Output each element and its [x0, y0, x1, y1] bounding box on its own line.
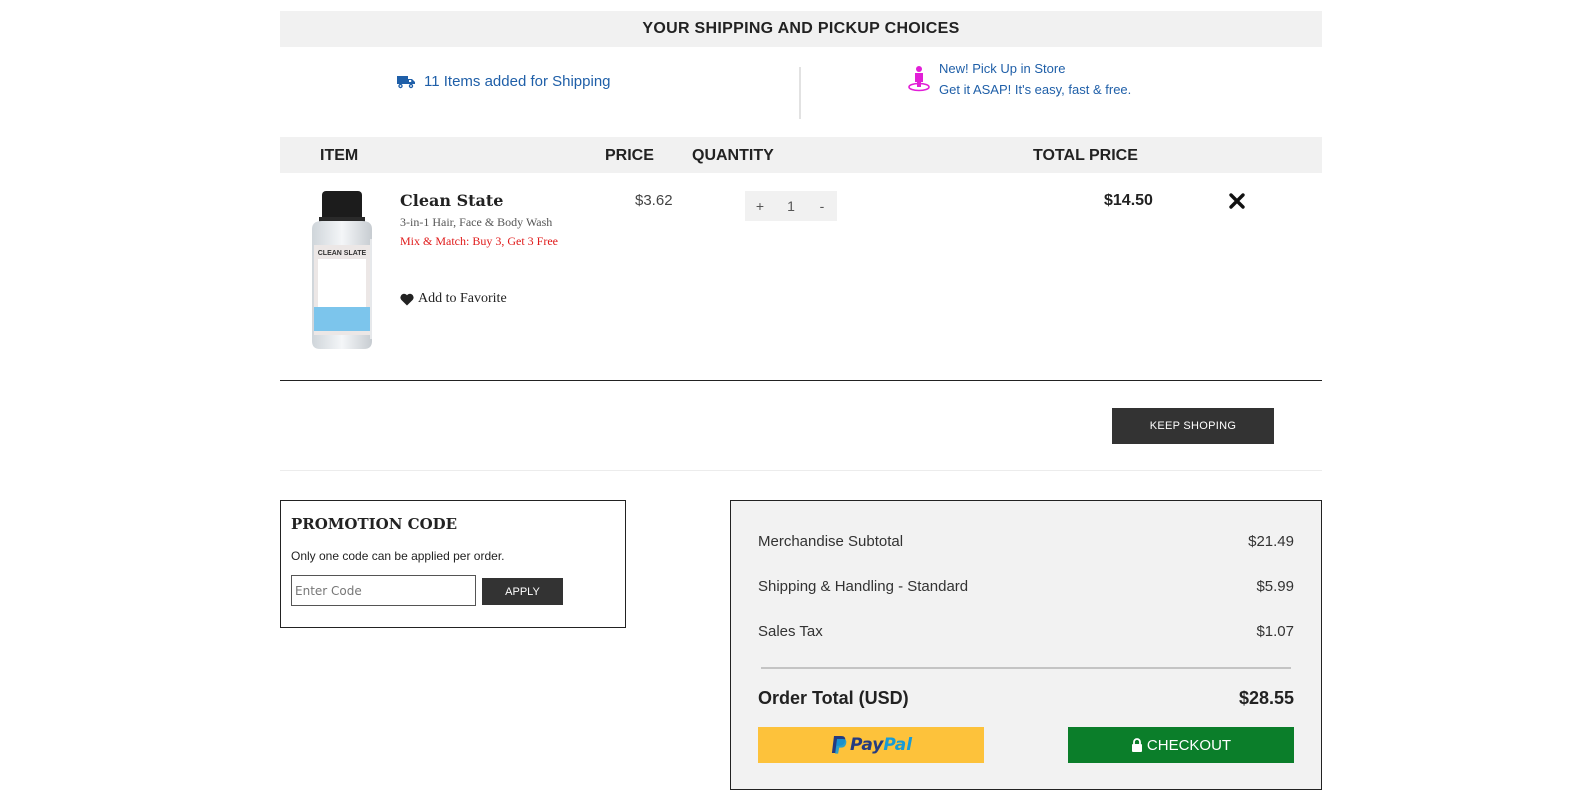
summary-label: Shipping & Handling - Standard	[758, 578, 969, 595]
summary-label: Sales Tax	[758, 623, 823, 640]
pickup-title: New! Pick Up in Store	[939, 61, 1066, 76]
order-total: Order Total (USD) $28.55	[758, 688, 1294, 709]
product-image[interactable]: CLEAN SLATE	[294, 189, 382, 353]
qty-input[interactable]	[775, 191, 807, 221]
unit-price: $3.62	[635, 192, 673, 209]
summary-row-shipping: Shipping & Handling - Standard $5.99	[758, 578, 1294, 595]
pickup-subtitle: Get it ASAP! It's easy, fast & free.	[939, 82, 1132, 97]
shipping-choice-label: 11 Items added for Shipping	[424, 73, 611, 90]
summary-divider	[761, 667, 1291, 669]
summary-value: $21.49	[1248, 533, 1294, 550]
product-subtitle: 3-in-1 Hair, Face & Body Wash	[400, 215, 553, 229]
column-header-quantity: QUANTITY	[692, 147, 774, 164]
promotion-code-note: Only one code can be applied per order.	[291, 549, 505, 563]
apply-promo-button[interactable]: APPLY	[482, 578, 563, 605]
qty-decrease-button[interactable]: -	[807, 191, 837, 221]
promo-code-input[interactable]	[291, 575, 476, 606]
truck-icon	[397, 75, 415, 88]
product-name[interactable]: Clean State	[400, 191, 503, 210]
page-title-text: YOUR SHIPPING AND PICKUP CHOICES	[642, 20, 960, 37]
choice-divider	[799, 67, 801, 119]
cart-table-header: ITEM PRICE QUANTITY TOTAL PRICE	[280, 137, 1322, 173]
order-summary: Merchandise Subtotal $21.49 Shipping & H…	[730, 500, 1322, 790]
fulfillment-choices: 11 Items added for Shipping New! Pick Up…	[280, 47, 1322, 137]
order-total-value: $28.55	[1238, 688, 1294, 708]
checkout-button[interactable]: CHECKOUT	[1068, 727, 1294, 763]
checkout-label: CHECKOUT	[1146, 736, 1232, 754]
column-header-item: ITEM	[320, 147, 359, 164]
quantity-stepper: + -	[745, 191, 837, 221]
heart-icon	[400, 293, 414, 305]
summary-row-subtotal: Merchandise Subtotal $21.49	[758, 533, 1294, 550]
page-title: YOUR SHIPPING AND PICKUP CHOICES	[280, 11, 1322, 47]
summary-label: Merchandise Subtotal	[758, 533, 904, 550]
paypal-word-pay: Pay	[849, 735, 884, 755]
close-icon[interactable]	[1228, 192, 1246, 210]
order-total-label: Order Total (USD)	[758, 688, 909, 708]
store-pickup-icon	[908, 66, 930, 92]
promotion-code-box: PROMOTION CODE Only one code can be appl…	[280, 500, 626, 628]
cart-container: YOUR SHIPPING AND PICKUP CHOICES 11 Item…	[280, 11, 1322, 471]
pickup-choice[interactable]: New! Pick Up in Store Get it ASAP! It's …	[907, 58, 1131, 100]
keep-shopping-button[interactable]: KEEP SHOPING	[1112, 408, 1274, 444]
paypal-logo	[831, 736, 847, 754]
paypal-word-pal: Pal	[883, 735, 913, 755]
line-total: $14.50	[1104, 192, 1153, 209]
qty-increase-button[interactable]: +	[745, 191, 775, 221]
lock-icon	[1131, 738, 1142, 752]
promotion-code-title: PROMOTION CODE	[291, 515, 458, 533]
product-promo: Mix & Match: Buy 3, Get 3 Free	[400, 234, 558, 248]
add-to-favorite-label: Add to Favorite	[418, 291, 507, 306]
column-header-total: TOTAL PRICE	[1033, 147, 1138, 164]
summary-value: $1.07	[1256, 623, 1294, 640]
product-image-label: CLEAN SLATE	[318, 250, 367, 257]
shipping-choice[interactable]: 11 Items added for Shipping	[397, 73, 611, 90]
summary-row-tax: Sales Tax $1.07	[758, 623, 1294, 640]
column-header-price: PRICE	[605, 147, 654, 164]
add-to-favorite-link[interactable]: Add to Favorite	[400, 291, 507, 307]
cart-item-row: CLEAN SLATE Clean State 3-in-1 Hair, Fac…	[280, 173, 1322, 381]
keep-shopping-area: KEEP SHOPING	[280, 381, 1322, 471]
paypal-button[interactable]: Pay Pal	[758, 727, 984, 763]
summary-value: $5.99	[1256, 578, 1294, 595]
